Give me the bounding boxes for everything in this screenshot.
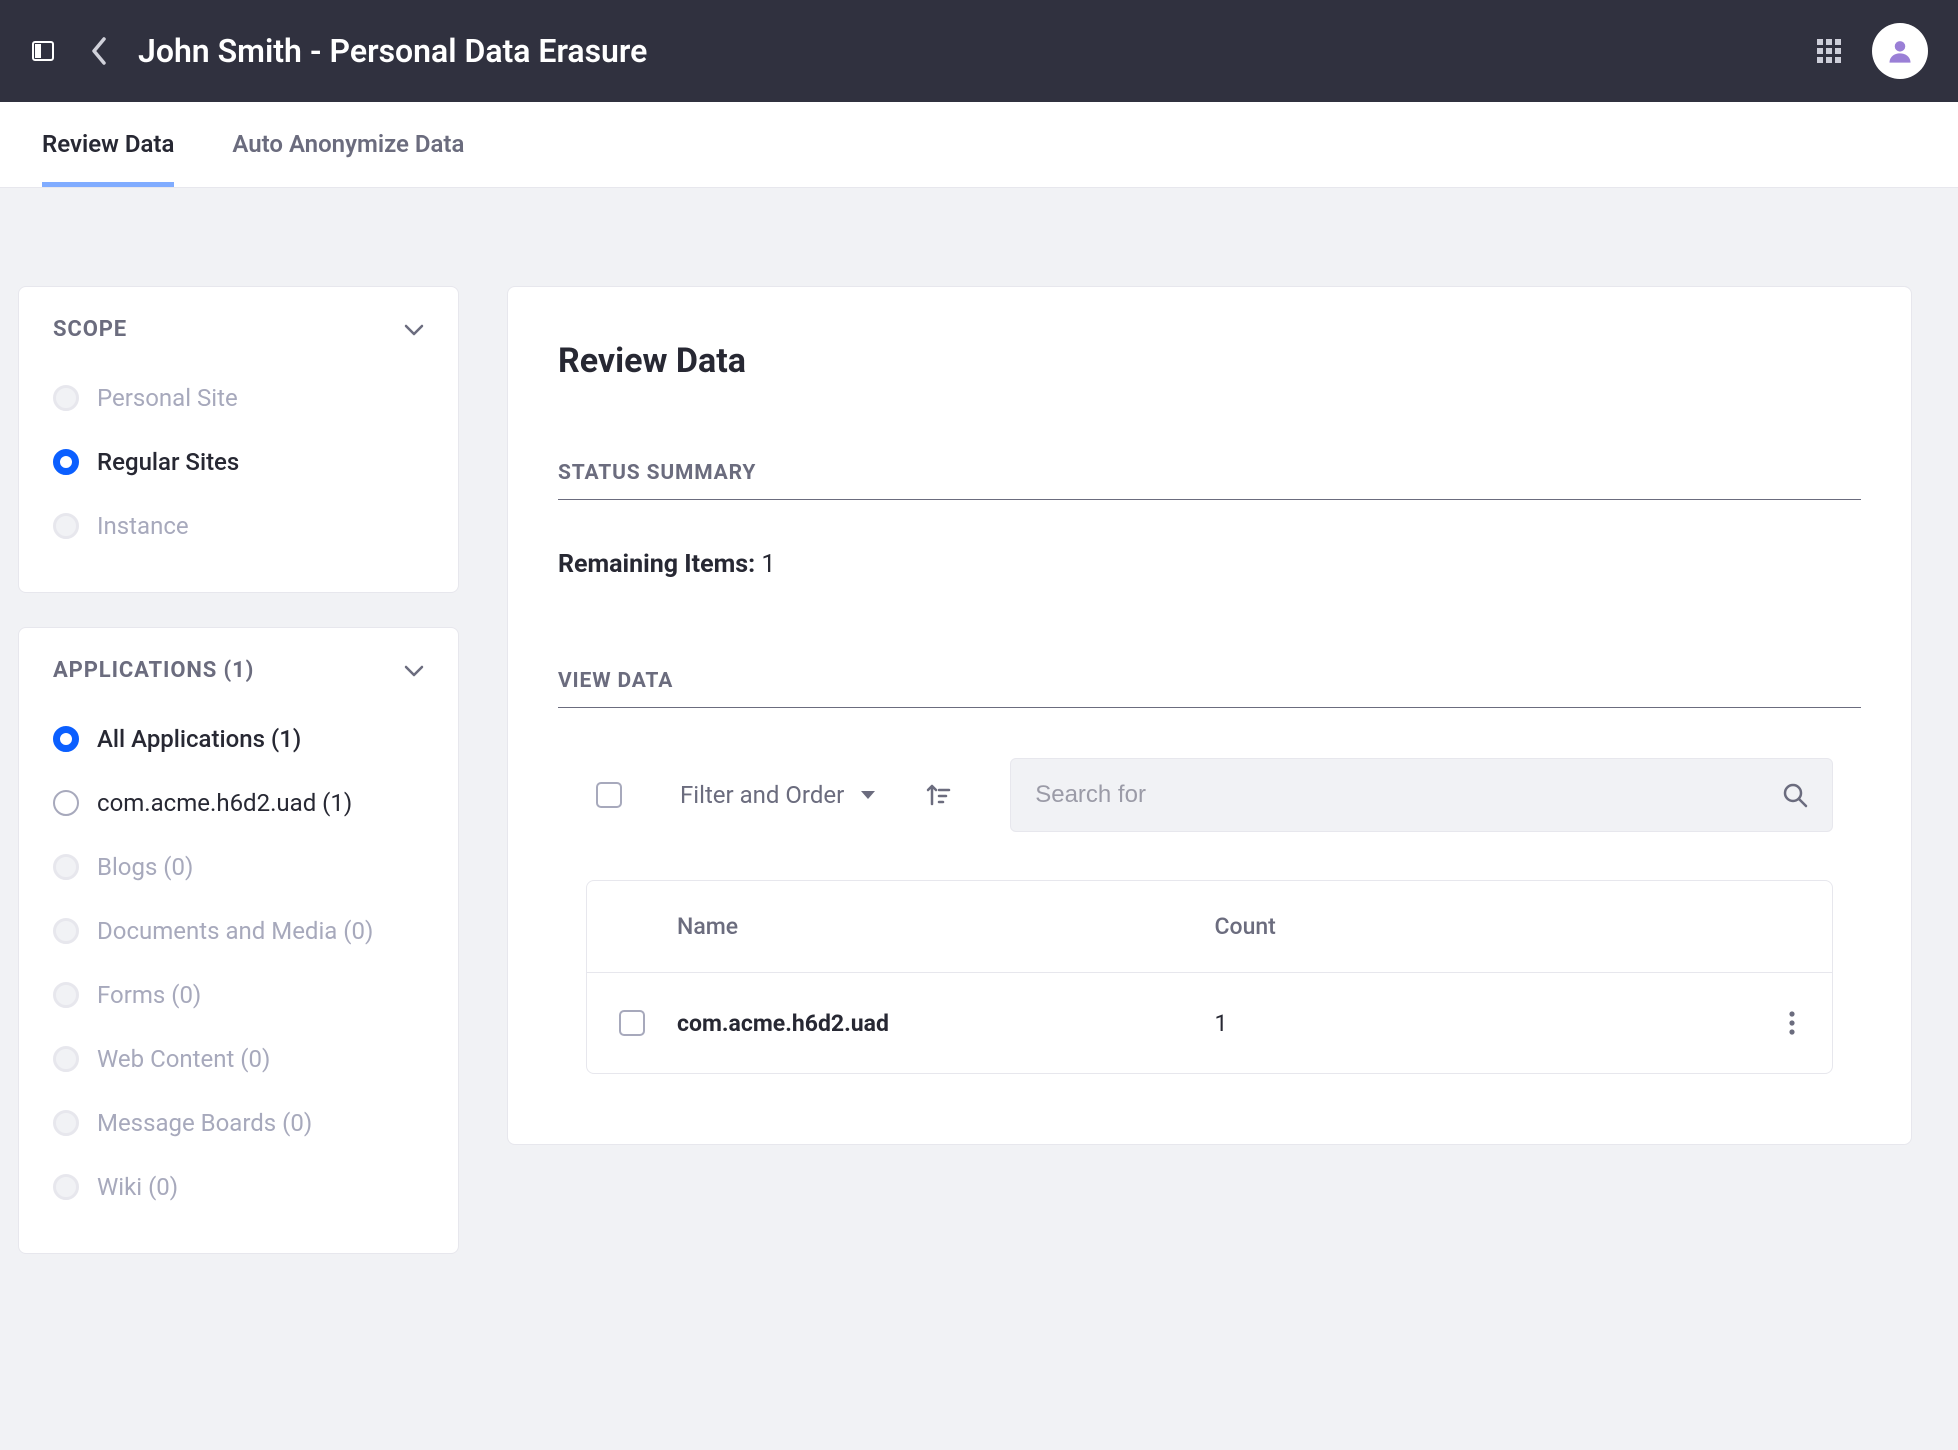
col-count[interactable]: Count bbox=[1215, 913, 1753, 940]
col-name[interactable]: Name bbox=[677, 913, 1215, 940]
header-bar: John Smith - Personal Data Erasure bbox=[0, 0, 1958, 102]
app-item-label: Web Content (0) bbox=[97, 1045, 270, 1073]
caret-down-icon bbox=[860, 790, 876, 800]
scope-heading: SCOPE bbox=[53, 317, 127, 342]
view-data-heading: VIEW DATA bbox=[558, 669, 1861, 708]
remaining-value: 1 bbox=[761, 550, 775, 579]
radio-icon bbox=[53, 1046, 79, 1072]
radio-icon bbox=[53, 385, 79, 411]
panel-toggle-icon[interactable] bbox=[30, 38, 56, 64]
page-title: John Smith - Personal Data Erasure bbox=[138, 32, 1814, 70]
remaining-label: Remaining Items: bbox=[558, 550, 755, 579]
app-item-webcontent: Web Content (0) bbox=[53, 1027, 424, 1091]
applications-panel: APPLICATIONS (1) All Applications (1) co… bbox=[18, 627, 459, 1254]
app-item-messageboards: Message Boards (0) bbox=[53, 1091, 424, 1155]
app-item-all[interactable]: All Applications (1) bbox=[53, 707, 424, 771]
scope-panel: SCOPE Personal Site Regular Sites Instan… bbox=[18, 286, 459, 593]
app-item-label: Forms (0) bbox=[97, 981, 201, 1009]
tab-review-data[interactable]: Review Data bbox=[42, 102, 174, 187]
applications-heading: APPLICATIONS (1) bbox=[53, 658, 254, 683]
app-item-label: Blogs (0) bbox=[97, 853, 193, 881]
remaining-items: Remaining Items: 1 bbox=[558, 550, 1861, 579]
row-checkbox[interactable] bbox=[619, 1010, 645, 1036]
row-count: 1 bbox=[1215, 1010, 1753, 1037]
scope-item-personal-site: Personal Site bbox=[53, 366, 424, 430]
app-item-label: Message Boards (0) bbox=[97, 1109, 312, 1137]
app-item-forms: Forms (0) bbox=[53, 963, 424, 1027]
status-summary-heading: STATUS SUMMARY bbox=[558, 461, 1861, 500]
back-button[interactable] bbox=[86, 38, 112, 64]
scope-item-label: Regular Sites bbox=[97, 448, 239, 476]
filter-order-dropdown[interactable]: Filter and Order bbox=[680, 781, 876, 809]
main-page-title: Review Data bbox=[558, 341, 1861, 381]
applications-panel-header[interactable]: APPLICATIONS (1) bbox=[53, 658, 424, 683]
app-item-label: Wiki (0) bbox=[97, 1173, 178, 1201]
data-table: Name Count com.acme.h6d2.uad 1 bbox=[586, 880, 1833, 1074]
scope-item-regular-sites[interactable]: Regular Sites bbox=[53, 430, 424, 494]
radio-icon bbox=[53, 982, 79, 1008]
chevron-down-icon bbox=[404, 324, 424, 336]
radio-icon bbox=[53, 790, 79, 816]
scope-panel-header[interactable]: SCOPE bbox=[53, 317, 424, 342]
toolbar: Filter and Order bbox=[558, 758, 1861, 880]
app-item-label: All Applications (1) bbox=[97, 725, 301, 753]
search-field[interactable] bbox=[1010, 758, 1833, 832]
scope-item-label: Instance bbox=[97, 512, 189, 540]
row-name: com.acme.h6d2.uad bbox=[677, 1010, 1215, 1037]
radio-icon bbox=[53, 918, 79, 944]
scope-item-instance: Instance bbox=[53, 494, 424, 558]
app-item-wiki: Wiki (0) bbox=[53, 1155, 424, 1219]
app-item-blogs: Blogs (0) bbox=[53, 835, 424, 899]
radio-icon bbox=[53, 449, 79, 475]
app-item-acme[interactable]: com.acme.h6d2.uad (1) bbox=[53, 771, 424, 835]
radio-icon bbox=[53, 1110, 79, 1136]
table-header: Name Count bbox=[587, 881, 1832, 973]
apps-grid-icon[interactable] bbox=[1814, 36, 1844, 66]
scope-item-label: Personal Site bbox=[97, 384, 238, 412]
user-avatar[interactable] bbox=[1872, 23, 1928, 79]
select-all-checkbox[interactable] bbox=[596, 782, 622, 808]
sort-button[interactable] bbox=[924, 781, 952, 809]
search-icon[interactable] bbox=[1782, 782, 1808, 808]
kebab-icon bbox=[1789, 1011, 1795, 1035]
radio-icon bbox=[53, 1174, 79, 1200]
main-card: Review Data STATUS SUMMARY Remaining Ite… bbox=[507, 286, 1912, 1145]
radio-icon bbox=[53, 854, 79, 880]
tabs: Review Data Auto Anonymize Data bbox=[0, 102, 1958, 188]
radio-icon bbox=[53, 513, 79, 539]
filter-label: Filter and Order bbox=[680, 781, 844, 809]
app-item-label: com.acme.h6d2.uad (1) bbox=[97, 789, 352, 817]
app-item-documents: Documents and Media (0) bbox=[53, 899, 424, 963]
tab-auto-anonymize[interactable]: Auto Anonymize Data bbox=[232, 102, 464, 187]
app-item-label: Documents and Media (0) bbox=[97, 917, 373, 945]
table-row[interactable]: com.acme.h6d2.uad 1 bbox=[587, 973, 1832, 1073]
row-actions-button[interactable] bbox=[1752, 1011, 1832, 1035]
radio-icon bbox=[53, 726, 79, 752]
chevron-down-icon bbox=[404, 665, 424, 677]
search-input[interactable] bbox=[1035, 781, 1782, 809]
